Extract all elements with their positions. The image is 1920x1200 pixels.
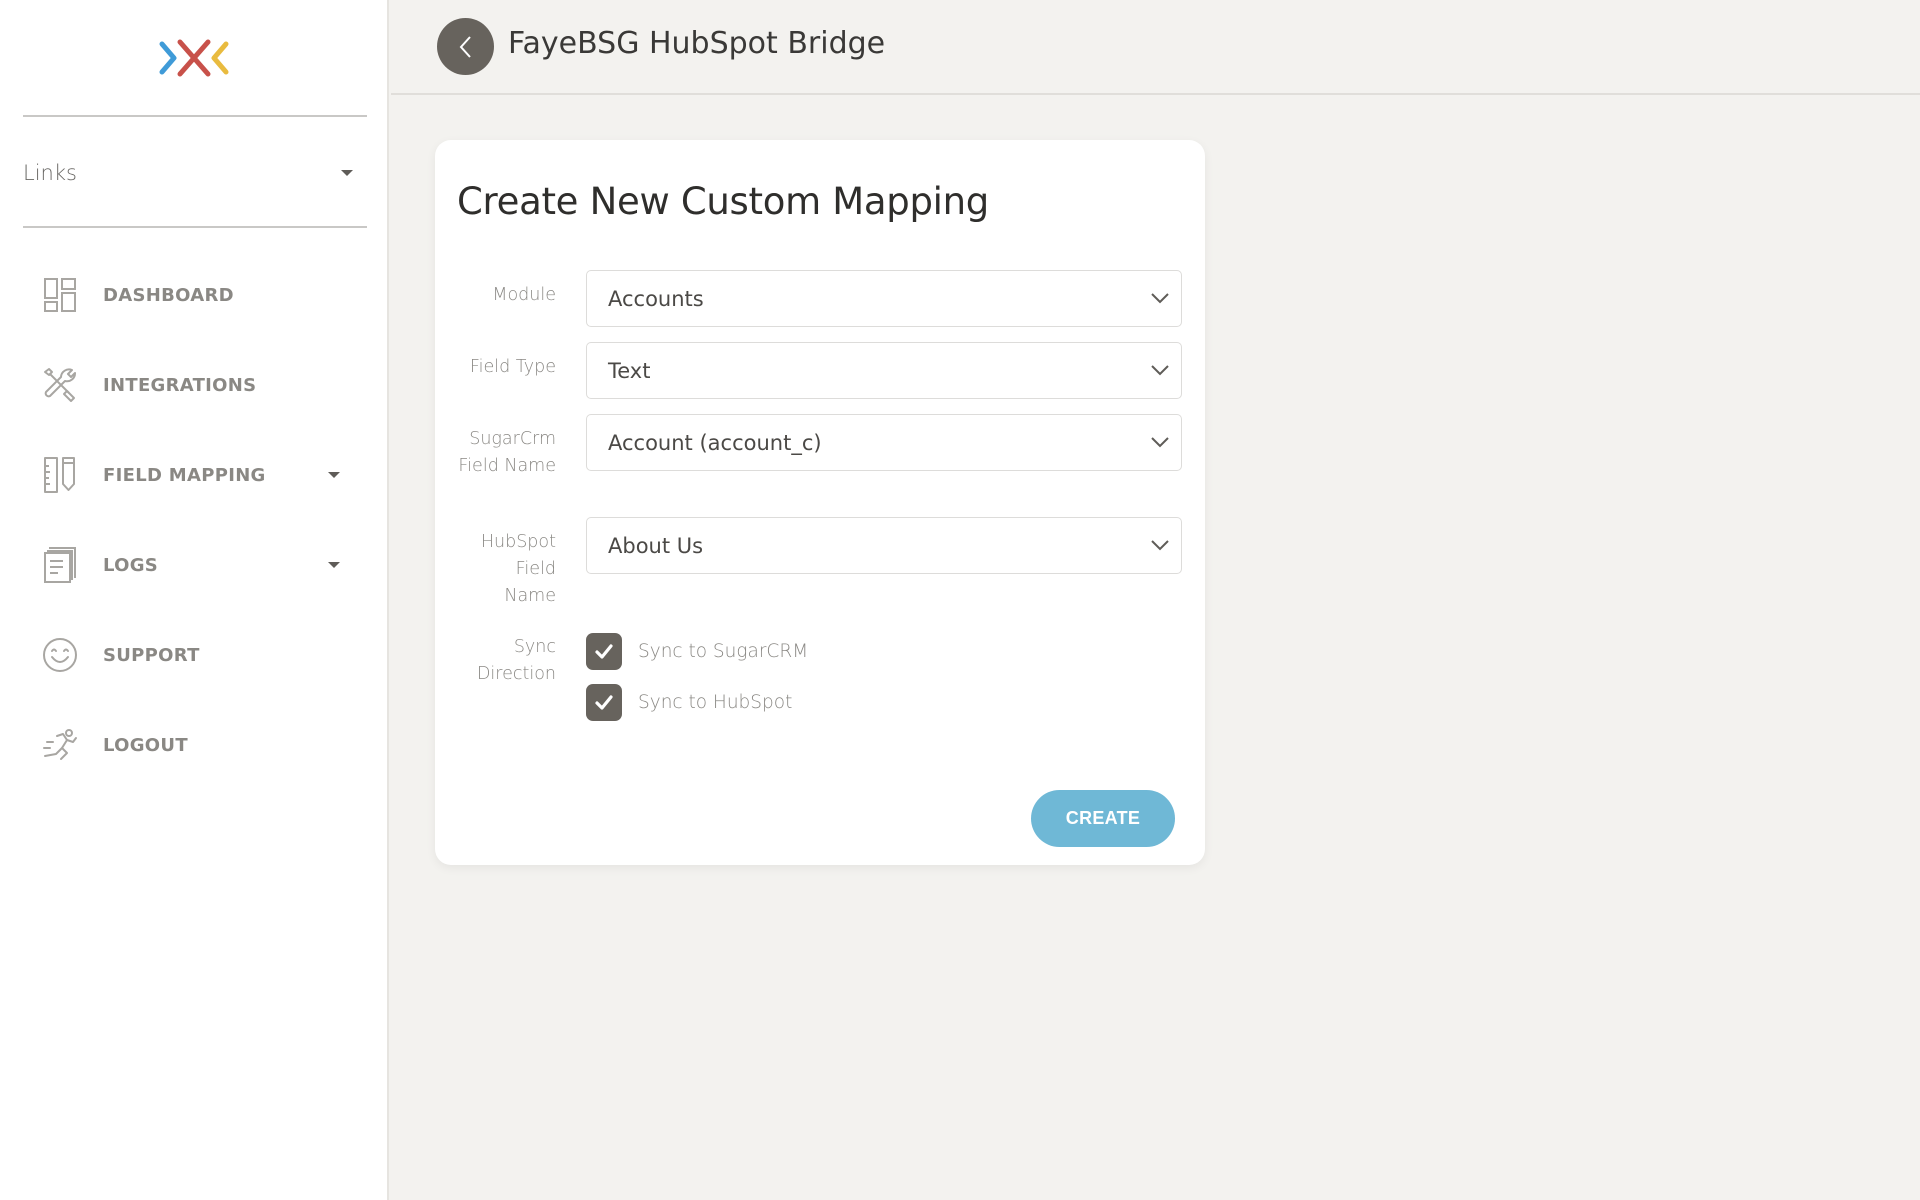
ruler-pencil-icon — [42, 456, 78, 494]
module-label: Module — [492, 285, 556, 305]
page-title: FayeBSG HubSpot Bridge — [508, 26, 886, 61]
chevron-left-icon — [459, 35, 471, 58]
sugarcrm-field-value: Account (account_c) — [608, 430, 822, 455]
caret-down-icon — [328, 472, 340, 478]
chevron-down-icon — [1151, 365, 1169, 376]
smiley-icon — [42, 636, 78, 674]
sidebar-item-logs[interactable]: LOGS — [0, 520, 389, 610]
create-button[interactable]: CREATE — [1031, 790, 1175, 847]
checkmark-icon — [595, 643, 613, 659]
sync-direction-label: Sync Direction — [476, 637, 556, 684]
sidebar-divider-bottom — [23, 226, 367, 228]
links-dropdown[interactable]: Links — [23, 155, 353, 191]
field-type-value: Text — [608, 358, 651, 383]
field-type-select[interactable]: Text — [586, 342, 1182, 399]
create-mapping-card: Create New Custom Mapping Module Account… — [435, 140, 1205, 865]
top-header: FayeBSG HubSpot Bridge — [391, 0, 1920, 95]
sidebar-item-dashboard[interactable]: DASHBOARD — [0, 250, 389, 340]
sidebar-divider-top — [23, 115, 367, 117]
field-type-label: Field Type — [469, 357, 556, 377]
hubspot-field-label: HubSpot Field Name — [480, 532, 556, 606]
app-logo[interactable] — [156, 36, 232, 80]
running-person-icon — [42, 726, 78, 764]
caret-down-icon — [328, 562, 340, 568]
sync-to-sugarcrm-option[interactable]: Sync to SugarCRM — [586, 633, 808, 670]
sidebar-item-label: LOGOUT — [103, 734, 188, 756]
sidebar-item-logout[interactable]: LOGOUT — [0, 700, 389, 790]
sidebar-item-field-mapping[interactable]: FIELD MAPPING — [0, 430, 389, 520]
sidebar-item-label: SUPPORT — [103, 644, 200, 666]
chevron-down-icon — [1151, 540, 1169, 551]
sync-to-sugarcrm-label: Sync to SugarCRM — [638, 641, 809, 662]
sidebar-item-label: FIELD MAPPING — [103, 464, 266, 486]
documents-icon — [42, 546, 78, 584]
sidebar-item-integrations[interactable]: INTEGRATIONS — [0, 340, 389, 430]
sidebar-item-support[interactable]: SUPPORT — [0, 610, 389, 700]
sugarcrm-field-label: SugarCrm Field Name — [458, 429, 556, 476]
sidebar-nav: DASHBOARD INTEGRATIONS FIELD MAPPING LOG… — [0, 250, 389, 790]
chevron-down-icon — [1151, 293, 1169, 304]
chevron-down-icon — [1151, 437, 1169, 448]
sidebar-item-label: LOGS — [103, 554, 159, 576]
sync-to-hubspot-option[interactable]: Sync to HubSpot — [586, 684, 792, 721]
form-title: Create New Custom Mapping — [457, 180, 989, 223]
links-label: Links — [23, 161, 77, 185]
dashboard-icon — [42, 276, 78, 314]
sync-to-hubspot-label: Sync to HubSpot — [638, 692, 793, 713]
sync-to-sugarcrm-checkbox[interactable] — [586, 633, 622, 670]
sync-to-hubspot-checkbox[interactable] — [586, 684, 622, 721]
hubspot-field-select[interactable]: About Us — [586, 517, 1182, 574]
module-select[interactable]: Accounts — [586, 270, 1182, 327]
module-value: Accounts — [608, 286, 704, 311]
sidebar-item-label: INTEGRATIONS — [103, 374, 257, 396]
tools-icon — [42, 366, 78, 404]
back-button[interactable] — [437, 18, 494, 75]
sugarcrm-field-select[interactable]: Account (account_c) — [586, 414, 1182, 471]
caret-down-icon — [341, 170, 353, 176]
checkmark-icon — [595, 694, 613, 710]
sidebar: Links DASHBOARD INTEGRATIONS FIELD MAPPI… — [0, 0, 389, 1200]
hubspot-field-value: About Us — [608, 533, 704, 558]
sidebar-item-label: DASHBOARD — [103, 284, 234, 306]
